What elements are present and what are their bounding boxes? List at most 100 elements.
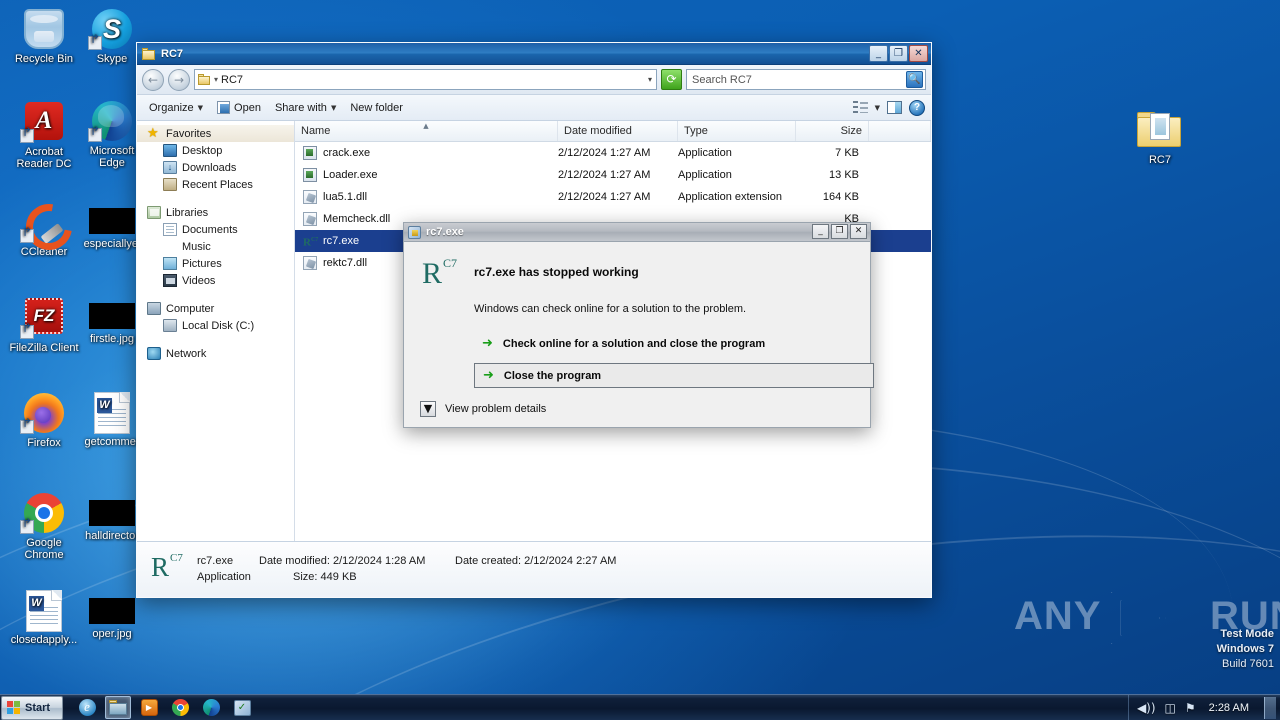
sidebar-item-videos[interactable]: Videos xyxy=(137,272,294,289)
expander-icon[interactable]: ▼ xyxy=(420,401,436,417)
back-button[interactable]: ← xyxy=(142,68,164,91)
address-bar[interactable]: ← → ▾ RC7 ▾ ⟳ 🔍 xyxy=(137,65,931,95)
desktop-icon-label: FileZilla Client xyxy=(9,342,79,354)
open-button[interactable]: Open xyxy=(211,98,267,117)
explorer-title-bar[interactable]: RC7 _ ❐ ✕ xyxy=(137,43,931,65)
preview-pane-icon[interactable] xyxy=(887,101,902,114)
sidebar-item-local-disk-c[interactable]: Local Disk (C:) xyxy=(137,317,294,334)
desktop-icon-recycle-bin[interactable]: Recycle Bin xyxy=(8,8,80,66)
maximize-button[interactable]: ❐ xyxy=(889,45,908,62)
dialog-minimize-button[interactable]: _ xyxy=(812,224,829,239)
view-problem-details-toggle[interactable]: ▼ View problem details xyxy=(420,401,546,417)
refresh-icon[interactable]: ⟳ xyxy=(661,69,682,90)
column-header-name[interactable]: ▲ Name xyxy=(295,121,558,141)
shortcut-overlay-icon xyxy=(20,129,34,143)
column-header-size[interactable]: Size xyxy=(796,121,869,141)
dialog-close-button[interactable]: ✕ xyxy=(850,224,867,239)
os-version-label: Windows 7 xyxy=(1216,643,1274,655)
taskbar-button-microsoft-edge[interactable] xyxy=(198,696,224,719)
check-online-option[interactable]: ➜ Check online for a solution and close … xyxy=(474,331,854,356)
internet-explorer-icon xyxy=(78,699,96,716)
sidebar-item-pictures[interactable]: Pictures xyxy=(137,255,294,272)
help-icon[interactable]: ? xyxy=(909,99,925,116)
new-folder-button[interactable]: New folder xyxy=(344,99,409,117)
sidebar-item-network[interactable]: Network xyxy=(137,345,294,362)
share-with-button[interactable]: Share with ▼ xyxy=(269,99,342,117)
address-field[interactable]: ▾ RC7 ▾ xyxy=(194,69,657,90)
network-icon[interactable]: ◫ xyxy=(1165,702,1176,714)
minimize-button[interactable]: _ xyxy=(869,45,888,62)
flag-icon[interactable]: ⚑ xyxy=(1185,702,1196,714)
shortcut-overlay-icon xyxy=(88,128,102,142)
desktop-icon-google-chrome[interactable]: Google Chrome xyxy=(8,492,80,561)
rc7-app-icon xyxy=(233,699,251,716)
desktop-icon-rc7[interactable]: RC7 xyxy=(1124,108,1196,167)
system-tray[interactable]: ◀)) ◫ ⚑ 2:28 AM xyxy=(1127,695,1280,720)
organize-button[interactable]: Organize ▼ xyxy=(143,99,209,117)
close-button[interactable]: ✕ xyxy=(909,45,928,62)
desktop-icon-closedapply[interactable]: closedapply... xyxy=(8,590,80,647)
column-header-size-label: Size xyxy=(840,125,862,137)
microsoft-edge-icon xyxy=(88,101,136,143)
column-header-date-modified[interactable]: Date modified xyxy=(558,121,678,141)
rc7-file-icon: RC7 xyxy=(303,236,319,249)
sidebar-item-documents[interactable]: Documents xyxy=(137,221,294,238)
file-name: Memcheck.dll xyxy=(323,213,391,225)
column-header-name-label: Name xyxy=(301,125,331,137)
breadcrumb-rc7[interactable]: RC7 xyxy=(221,74,243,86)
forward-button[interactable]: → xyxy=(168,68,190,91)
local-disk-icon xyxy=(163,319,177,332)
show-desktop-button[interactable] xyxy=(1264,697,1276,719)
taskbar-button-windows-explorer[interactable] xyxy=(105,696,131,719)
censored-image-icon xyxy=(89,598,135,624)
command-bar[interactable]: Organize ▼ Open Share with ▼ New folder … xyxy=(137,95,931,121)
error-dialog[interactable]: rc7.exe _ ❐ ✕ R C7 rc7.exe has stopped w… xyxy=(403,222,874,428)
table-row[interactable]: crack.exe 2/12/2024 1:27 AM Application 7 K… xyxy=(295,142,931,164)
column-header-date-label: Date modified xyxy=(564,125,632,137)
sidebar-item-computer[interactable]: Computer xyxy=(137,300,294,317)
sidebar-item-music[interactable]: Music xyxy=(137,238,294,255)
sidebar-item-label: Pictures xyxy=(182,257,222,270)
chevron-down-icon[interactable]: ▾ xyxy=(648,75,652,84)
search-icon[interactable]: 🔍 xyxy=(906,71,923,88)
taskbar-button-rc7-app[interactable] xyxy=(229,696,255,719)
desktop-icon-ccleaner[interactable]: CCleaner xyxy=(8,200,80,259)
search-input[interactable] xyxy=(692,73,906,86)
column-header-spacer[interactable] xyxy=(869,121,931,141)
taskbar-button-media-player[interactable] xyxy=(136,696,162,719)
taskbar-button-internet-explorer[interactable] xyxy=(74,696,100,719)
table-row[interactable]: lua5.1.dll 2/12/2024 1:27 AM Application e… xyxy=(295,186,931,208)
file-size: 13 KB xyxy=(829,169,859,181)
sidebar-item-favorites[interactable]: ★ Favorites xyxy=(137,125,294,142)
column-header-type[interactable]: Type xyxy=(678,121,796,141)
ccleaner-icon xyxy=(20,202,68,244)
column-header-row[interactable]: ▲ Name Date modified Type Size xyxy=(295,121,931,142)
sidebar-item-libraries[interactable]: Libraries xyxy=(137,204,294,221)
taskbar-button-google-chrome[interactable] xyxy=(167,696,193,719)
file-name: crack.exe xyxy=(323,147,371,159)
clock[interactable]: 2:28 AM xyxy=(1205,702,1253,714)
sidebar-item-label: Recent Places xyxy=(182,178,253,191)
sidebar-item-desktop[interactable]: Desktop xyxy=(137,142,294,159)
taskbar[interactable]: Start ◀)) ◫ ⚑ 2:28 AM xyxy=(0,694,1280,720)
change-view-icon[interactable] xyxy=(852,101,868,114)
search-box[interactable]: 🔍 xyxy=(686,69,926,90)
videos-icon xyxy=(163,274,177,287)
sidebar-item-recent-places[interactable]: Recent Places xyxy=(137,176,294,193)
dialog-title-bar[interactable]: rc7.exe _ ❐ ✕ xyxy=(404,223,870,242)
dialog-maximize-button[interactable]: ❐ xyxy=(831,224,848,239)
sidebar-item-downloads[interactable]: Downloads xyxy=(137,159,294,176)
exe-file-icon xyxy=(303,168,317,182)
table-row[interactable]: Loader.exe 2/12/2024 1:27 AM Application 13… xyxy=(295,164,931,186)
volume-icon[interactable]: ◀)) xyxy=(1137,702,1156,714)
desktop-icon-filezilla-client[interactable]: FileZilla Client xyxy=(8,295,80,355)
desktop-icon-firefox[interactable]: Firefox xyxy=(8,392,80,450)
chevron-down-icon[interactable]: ▼ xyxy=(875,104,880,112)
start-button[interactable]: Start xyxy=(1,695,63,720)
details-file-type: Application xyxy=(197,570,251,583)
navigation-pane[interactable]: ★ Favorites Desktop Downloads Recent Places L… xyxy=(137,121,295,541)
details-size-value: 449 KB xyxy=(320,570,357,583)
desktop-icon-acrobat-reader-dc[interactable]: Acrobat Reader DC xyxy=(8,100,80,170)
details-date-modified-label: Date modified: xyxy=(259,554,330,567)
close-program-option[interactable]: ➜ Close the program xyxy=(474,363,874,388)
